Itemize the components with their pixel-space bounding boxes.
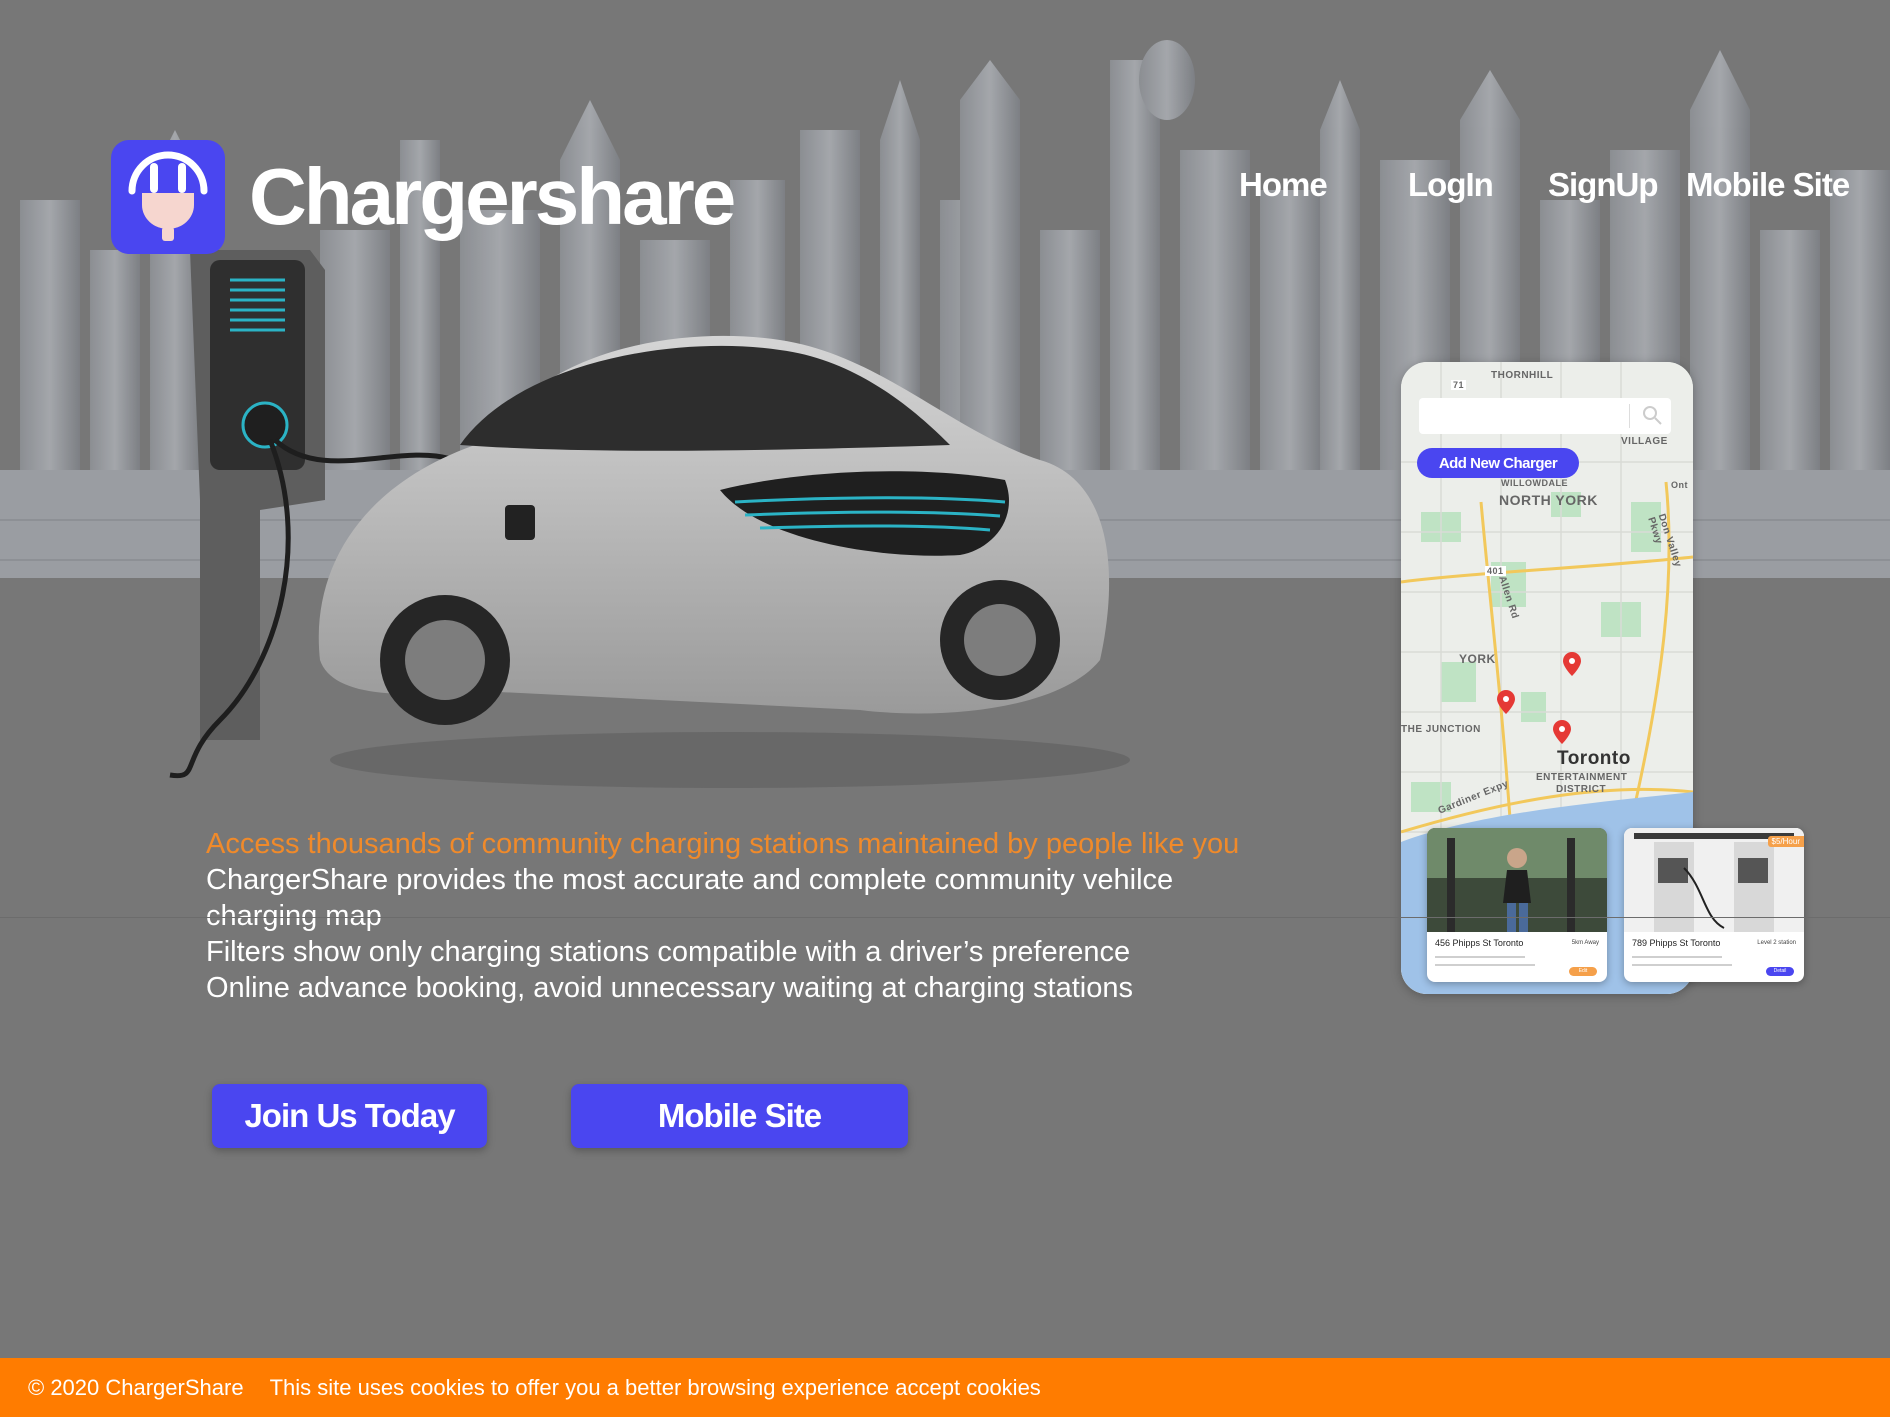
text-placeholder [1435,956,1525,958]
footer-copyright: © 2020 ChargerShare [28,1374,244,1400]
map-label-district: DISTRICT [1556,784,1607,795]
nav-signup[interactable]: SignUp [1548,166,1658,204]
station-address: 456 Phipps St Toronto [1435,938,1524,948]
map-label-north-york: NORTH YORK [1499,492,1598,508]
station-address: 789 Phipps St Toronto [1632,938,1721,948]
map-label-toronto: Toronto [1557,748,1631,769]
map-pin-icon[interactable] [1563,652,1581,676]
footer-cookie-bar: © 2020 ChargerShare This site uses cooki… [0,1358,1890,1417]
add-new-charger-button[interactable]: Add New Charger [1417,448,1579,478]
mobile-site-button[interactable]: Mobile Site [571,1084,908,1148]
brand-name: Chargershare [249,152,736,241]
text-placeholder [1435,964,1535,966]
station-level: Level 2 station [1757,940,1796,946]
brand-logo[interactable]: Chargershare [111,140,736,254]
cookie-notice[interactable]: This site uses cookies to offer you a be… [270,1375,1041,1401]
text-placeholder [1632,956,1722,958]
hero-tagline: Access thousands of community charging s… [206,828,1240,860]
map-pin-icon[interactable] [1497,690,1515,714]
search-divider [1629,404,1630,428]
divider [0,917,1890,918]
electric-car-charging-image [169,250,1130,788]
text-placeholder [1632,964,1732,966]
map-label-401: 401 [1485,566,1506,576]
map-label-entertainment: ENTERTAINMENT [1536,772,1628,783]
nav-mobile-site[interactable]: Mobile Site [1686,166,1850,204]
map-pin-icon[interactable] [1553,720,1571,744]
edit-button[interactable]: Edit [1569,967,1597,976]
map-label-thornhill: THORNHILL [1491,370,1554,381]
map-label-ont: Ont [1671,480,1688,490]
search-icon[interactable] [1641,404,1663,426]
plug-face-icon [111,140,225,254]
search-input[interactable] [1419,398,1671,434]
detail-button[interactable]: Detail [1766,967,1794,976]
station-card[interactable]: 456 Phipps St Toronto 5km Away Edit [1427,828,1607,982]
price-badge: $5/Hour [1767,836,1804,847]
map-label-willowdale: WILLOWDALE [1501,478,1568,488]
hero-text: Access thousands of community charging s… [206,826,1326,1006]
map-label-york: YORK [1459,652,1496,666]
hero-line: Filters show only charging stations comp… [206,936,1131,968]
hero-line: ChargerShare provides the most accurate … [206,864,1174,932]
nav-login[interactable]: LogIn [1408,166,1494,204]
hero-line: Online advance booking, avoid unnecessar… [206,972,1133,1004]
map-label-village: VILLAGE [1621,436,1668,447]
map-label-junction: THE JUNCTION [1401,724,1481,735]
station-distance: 5km Away [1571,940,1599,946]
nav-home[interactable]: Home [1239,166,1328,204]
station-card[interactable]: $5/Hour 789 Phipps St Toronto Level 2 st… [1624,828,1804,982]
join-us-button[interactable]: Join Us Today [212,1084,487,1148]
map-label-71: 71 [1451,380,1467,390]
